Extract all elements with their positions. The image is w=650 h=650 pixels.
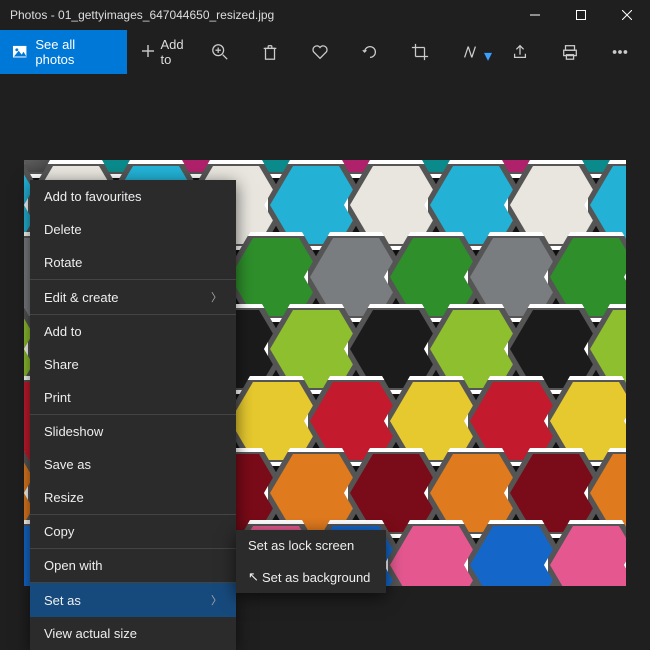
- add-to-label: Add to: [161, 37, 196, 67]
- maximize-button[interactable]: [558, 0, 604, 30]
- chevron-down-icon: ▾: [484, 46, 492, 66]
- photo-icon: [12, 44, 27, 60]
- menu-item-open-with[interactable]: Open with: [30, 549, 236, 583]
- chevron-right-icon: 〉: [211, 289, 222, 305]
- menu-item-resize[interactable]: Resize: [30, 481, 236, 515]
- print-icon[interactable]: [560, 42, 580, 62]
- menu-item-delete[interactable]: Delete: [30, 213, 236, 246]
- menu-item-print[interactable]: Print: [30, 381, 236, 415]
- add-to-button[interactable]: Add to: [127, 30, 210, 74]
- draw-icon[interactable]: ▾: [460, 42, 480, 62]
- toolbar-icons: ▾: [210, 42, 650, 62]
- menu-item-share[interactable]: Share: [30, 348, 236, 381]
- see-all-photos-button[interactable]: See all photos: [0, 30, 127, 74]
- zoom-icon[interactable]: [210, 42, 230, 62]
- cursor-icon: ↖: [248, 569, 258, 585]
- menu-item-view-actual-size[interactable]: View actual size: [30, 617, 236, 650]
- menu-item-add-favourites[interactable]: Add to favourites: [30, 180, 236, 213]
- window-title: Photos - 01_gettyimages_647044650_resize…: [10, 8, 512, 22]
- window-controls: [512, 0, 650, 30]
- menu-item-slideshow[interactable]: Slideshow: [30, 415, 236, 448]
- menu-item-save-as[interactable]: Save as: [30, 448, 236, 481]
- submenu-item-lock-screen[interactable]: Set as lock screen: [236, 530, 386, 561]
- submenu-item-background[interactable]: ↖Set as background: [236, 561, 386, 593]
- delete-icon[interactable]: [260, 42, 280, 62]
- share-icon[interactable]: [510, 42, 530, 62]
- menu-item-edit-create[interactable]: Edit & create〉: [30, 280, 236, 315]
- menu-item-rotate[interactable]: Rotate: [30, 246, 236, 280]
- minimize-button[interactable]: [512, 0, 558, 30]
- see-all-label: See all photos: [35, 37, 114, 67]
- menu-item-set-as[interactable]: Set as〉: [30, 583, 236, 617]
- close-button[interactable]: [604, 0, 650, 30]
- chevron-right-icon: 〉: [211, 592, 222, 608]
- plus-icon: [141, 44, 155, 61]
- favourite-icon[interactable]: [310, 42, 330, 62]
- context-menu: Add to favourites Delete Rotate Edit & c…: [30, 180, 236, 650]
- crop-icon[interactable]: [410, 42, 430, 62]
- app-name: Photos: [10, 8, 47, 22]
- more-icon[interactable]: [610, 42, 630, 62]
- rotate-icon[interactable]: [360, 42, 380, 62]
- titlebar: Photos - 01_gettyimages_647044650_resize…: [0, 0, 650, 30]
- toolbar: See all photos Add to ▾: [0, 30, 650, 74]
- menu-item-add-to[interactable]: Add to: [30, 315, 236, 348]
- menu-item-copy[interactable]: Copy: [30, 515, 236, 549]
- file-name: 01_gettyimages_647044650_resized.jpg: [58, 8, 274, 22]
- set-as-submenu: Set as lock screen ↖Set as background: [236, 530, 386, 593]
